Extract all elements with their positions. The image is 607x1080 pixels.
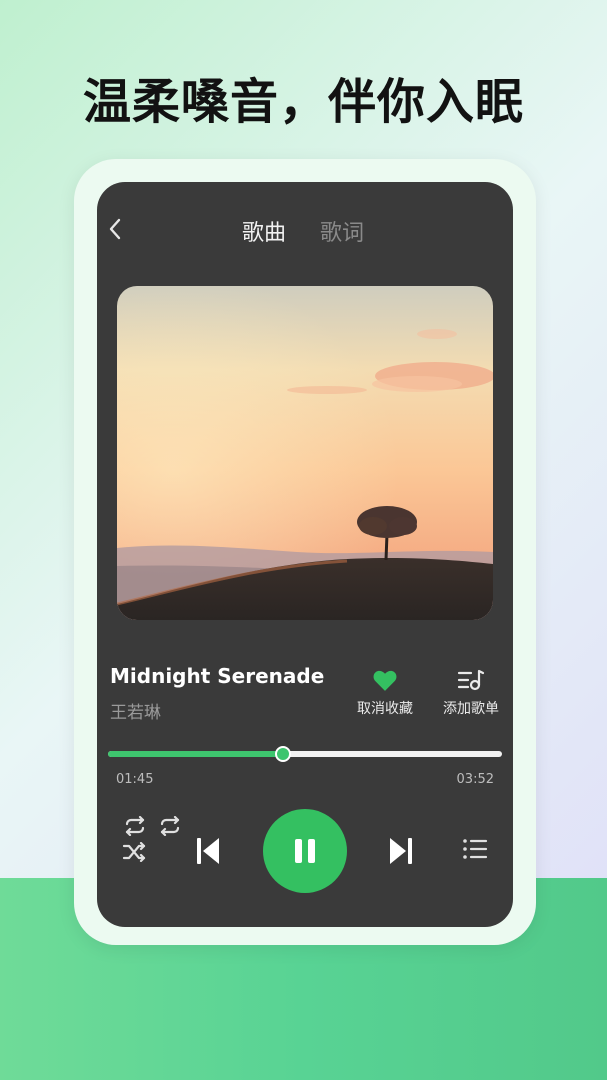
queue-button[interactable]: [462, 838, 488, 860]
shuffle-icon: [122, 841, 146, 863]
player-screen: 歌曲 歌词 Midnight Serenade 王若琳 取消收藏 添加歌单 01…: [97, 182, 513, 927]
total-time: 03:52: [456, 772, 494, 787]
add-to-playlist-button[interactable]: 添加歌单: [431, 668, 511, 718]
repeat-one-button[interactable]: [156, 815, 184, 837]
queue-list-icon: [463, 839, 488, 859]
unfavorite-label: 取消收藏: [357, 701, 413, 717]
tab-song[interactable]: 歌曲: [242, 215, 286, 247]
unfavorite-button[interactable]: 取消收藏: [345, 668, 425, 718]
next-icon: [390, 838, 412, 864]
album-cover-image: [117, 286, 493, 620]
add-to-playlist-label: 添加歌单: [443, 701, 499, 717]
promo-headline: 温柔嗓音，伴你入眠: [82, 74, 524, 130]
current-time: 01:45: [116, 772, 154, 787]
next-button[interactable]: [388, 836, 414, 866]
playlist-add-icon: [457, 669, 485, 691]
repeat-button[interactable]: [121, 815, 149, 837]
pause-icon: [295, 839, 315, 863]
tab-lyrics[interactable]: 歌词: [320, 215, 364, 247]
repeat-icon: [125, 815, 145, 837]
album-cover: [117, 286, 493, 620]
pause-button[interactable]: [263, 809, 347, 893]
repeat-one-icon: [160, 815, 180, 837]
heart-icon: [373, 670, 397, 691]
song-title: Midnight Serenade: [110, 664, 325, 688]
progress-fill: [108, 751, 284, 757]
progress-thumb[interactable]: [275, 746, 292, 762]
progress-bar[interactable]: [108, 746, 502, 762]
back-icon[interactable]: [105, 216, 125, 242]
previous-button[interactable]: [195, 836, 221, 866]
artist-name[interactable]: 王若琳: [110, 698, 161, 723]
shuffle-button[interactable]: [121, 841, 149, 863]
previous-icon: [197, 838, 219, 864]
